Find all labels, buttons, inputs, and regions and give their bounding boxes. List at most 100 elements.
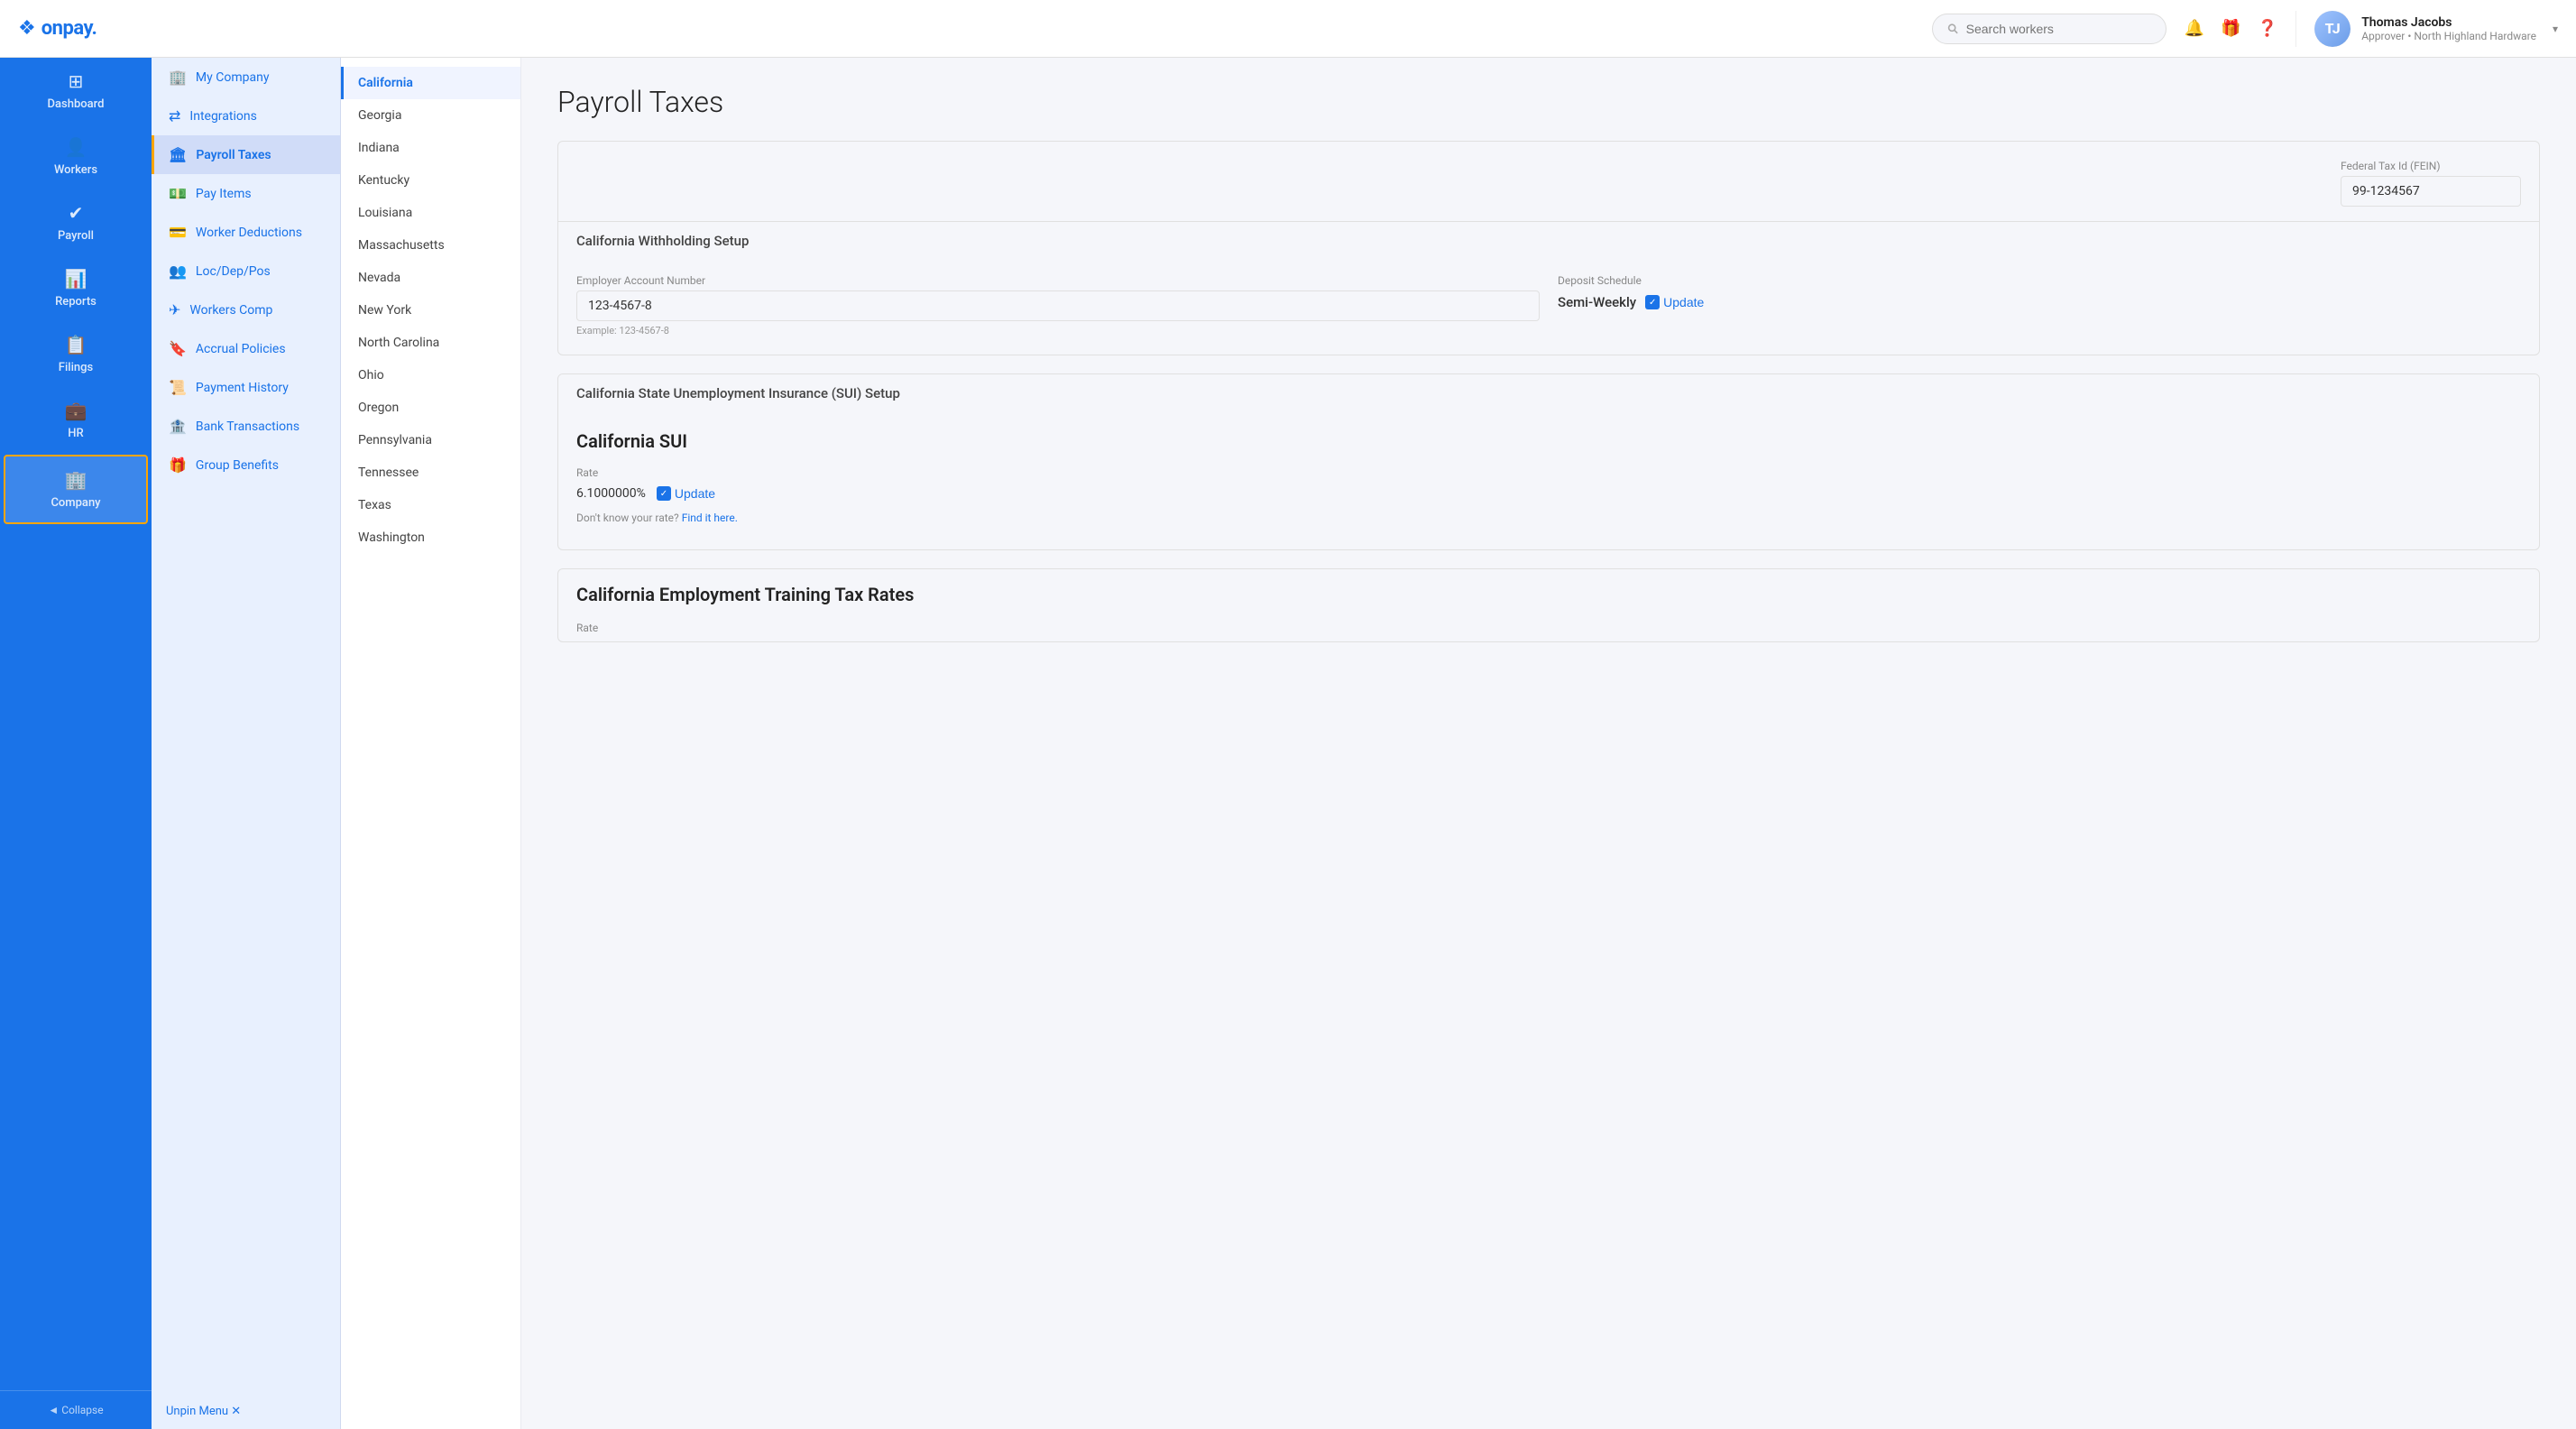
sidebar-item-dashboard[interactable]: ⊞ Dashboard: [0, 58, 152, 124]
logo[interactable]: ❖ onpay.: [18, 17, 97, 40]
sub-item-label-pay-items: Pay Items: [196, 187, 252, 201]
layout: ⊞ Dashboard 👤 Workers ✔ Payroll 📊 Report…: [0, 58, 2576, 1429]
sub-item-group-benefits[interactable]: 🎁 Group Benefits: [152, 446, 340, 484]
sub-item-bank-transactions[interactable]: 🏦 Bank Transactions: [152, 407, 340, 446]
user-name: Thomas Jacobs: [2361, 15, 2536, 30]
sub-item-worker-deductions[interactable]: 💳 Worker Deductions: [152, 213, 340, 252]
rate-update-button[interactable]: ✓ Update: [657, 486, 715, 501]
sub-item-pay-items[interactable]: 💵 Pay Items: [152, 174, 340, 213]
company-icon: 🏢: [65, 469, 87, 491]
sub-item-payment-history[interactable]: 📜 Payment History: [152, 368, 340, 407]
fein-value: 99-1234567: [2341, 176, 2521, 207]
content-area: Payroll Taxes Federal Tax Id (FEIN) 99-1…: [521, 58, 2576, 1429]
unpin-menu-button[interactable]: Unpin Menu ✕: [166, 1405, 241, 1418]
withholding-panel: Federal Tax Id (FEIN) 99-1234567 Califor…: [557, 141, 2540, 355]
state-item-california[interactable]: California: [341, 67, 520, 99]
rate-value: 6.1000000%: [576, 486, 646, 501]
loc-dep-pos-icon: 👥: [169, 263, 187, 280]
fein-section: Federal Tax Id (FEIN) 99-1234567: [576, 160, 2521, 207]
withholding-panel-body: Federal Tax Id (FEIN) 99-1234567 Califor…: [558, 142, 2539, 355]
payroll-icon: ✔: [69, 202, 84, 224]
rate-update-label: Update: [675, 486, 715, 501]
state-item-nevada[interactable]: Nevada: [341, 262, 520, 294]
sidebar-label-company: Company: [51, 496, 100, 510]
help-icon[interactable]: ❓: [2258, 19, 2277, 38]
state-item-tennessee[interactable]: Tennessee: [341, 456, 520, 489]
search-input[interactable]: [1966, 22, 2151, 36]
sub-item-accrual-policies[interactable]: 🔖 Accrual Policies: [152, 329, 340, 368]
sui-section-title: California State Unemployment Insurance …: [558, 374, 2539, 412]
state-label-north-carolina: North Carolina: [358, 336, 439, 350]
sub-item-label-loc-dep-pos: Loc/Dep/Pos: [196, 264, 271, 279]
state-item-oregon[interactable]: Oregon: [341, 392, 520, 424]
sidebar-item-company[interactable]: 🏢 Company: [4, 455, 148, 524]
search-icon: [1947, 23, 1959, 35]
state-item-ohio[interactable]: Ohio: [341, 359, 520, 392]
state-item-pennsylvania[interactable]: Pennsylvania: [341, 424, 520, 456]
notifications-icon[interactable]: 🔔: [2185, 19, 2204, 38]
deposit-update-button[interactable]: ✓ Update: [1645, 295, 1704, 309]
sub-item-loc-dep-pos[interactable]: 👥 Loc/Dep/Pos: [152, 252, 340, 290]
sub-item-label-payment-history: Payment History: [196, 381, 289, 395]
employment-tax-title: California Employment Training Tax Rates: [558, 569, 2539, 605]
sidebar-item-workers[interactable]: 👤 Workers: [0, 124, 152, 189]
state-item-massachusetts[interactable]: Massachusetts: [341, 229, 520, 262]
employer-account-label: Employer Account Number: [576, 274, 1540, 287]
state-item-new-york[interactable]: New York: [341, 294, 520, 327]
state-item-kentucky[interactable]: Kentucky: [341, 164, 520, 197]
state-item-washington[interactable]: Washington: [341, 521, 520, 554]
state-item-louisiana[interactable]: Louisiana: [341, 197, 520, 229]
fein-label: Federal Tax Id (FEIN): [2341, 160, 2521, 172]
sub-item-workers-comp[interactable]: ✈ Workers Comp: [152, 290, 340, 329]
collapse-button[interactable]: ◄ Collapse: [0, 1390, 152, 1429]
workers-comp-icon: ✈: [169, 301, 180, 318]
find-here-link[interactable]: Find it here.: [682, 512, 738, 524]
sidebar-item-reports[interactable]: 📊 Reports: [0, 255, 152, 321]
sidebar-label-reports: Reports: [55, 295, 97, 309]
state-list-panel: California Georgia Indiana Kentucky Loui…: [341, 58, 521, 1429]
sub-item-my-company[interactable]: 🏢 My Company: [152, 58, 340, 97]
sub-item-payroll-taxes[interactable]: 🏛 Payroll Taxes: [152, 135, 340, 174]
state-label-oregon: Oregon: [358, 401, 399, 415]
sub-item-label-bank-transactions: Bank Transactions: [196, 419, 299, 434]
state-label-kentucky: Kentucky: [358, 173, 409, 188]
state-label-ohio: Ohio: [358, 368, 384, 383]
payroll-taxes-icon: 🏛: [169, 146, 187, 163]
state-label-texas: Texas: [358, 498, 391, 512]
deposit-schedule-label: Deposit Schedule: [1558, 274, 2521, 287]
rate-row: 6.1000000% ✓ Update: [576, 486, 2521, 501]
sub-sidebar-footer: Unpin Menu ✕: [152, 1390, 340, 1429]
sub-sidebar: 🏢 My Company ⇄ Integrations 🏛 Payroll Ta…: [152, 58, 341, 1429]
deposit-update-label: Update: [1663, 295, 1704, 309]
state-item-north-carolina[interactable]: North Carolina: [341, 327, 520, 359]
state-item-indiana[interactable]: Indiana: [341, 132, 520, 164]
sidebar-item-hr[interactable]: 💼 HR: [0, 387, 152, 453]
reports-icon: 📊: [65, 268, 87, 290]
sidebar-item-payroll[interactable]: ✔ Payroll: [0, 189, 152, 255]
employer-account-group: Employer Account Number 123-4567-8 Examp…: [576, 274, 1540, 337]
employment-tax-panel: California Employment Training Tax Rates…: [557, 568, 2540, 642]
sidebar-item-filings[interactable]: 📋 Filings: [0, 321, 152, 387]
employer-account-value: 123-4567-8: [576, 290, 1540, 321]
sub-item-label-my-company: My Company: [196, 70, 270, 85]
gifts-icon[interactable]: 🎁: [2221, 19, 2240, 38]
sidebar-label-workers: Workers: [54, 163, 97, 177]
accrual-policies-icon: 🔖: [169, 340, 187, 357]
user-role: Approver • North Highland Hardware: [2361, 30, 2536, 42]
sub-item-integrations[interactable]: ⇄ Integrations: [152, 97, 340, 135]
group-benefits-icon: 🎁: [169, 456, 187, 474]
user-menu[interactable]: TJ Thomas Jacobs Approver • North Highla…: [2295, 11, 2558, 47]
state-label-washington: Washington: [358, 530, 425, 545]
state-label-new-york: New York: [358, 303, 411, 318]
update-checkbox-icon: ✓: [1645, 295, 1660, 309]
sub-item-label-integrations: Integrations: [189, 109, 256, 124]
state-label-nevada: Nevada: [358, 271, 400, 285]
search-bar[interactable]: [1932, 14, 2167, 44]
state-item-texas[interactable]: Texas: [341, 489, 520, 521]
avatar: TJ: [2314, 11, 2351, 47]
logo-text: onpay.: [41, 17, 97, 40]
header-icons: 🔔 🎁 ❓: [2185, 19, 2277, 38]
header: ❖ onpay. 🔔 🎁 ❓ TJ Thomas Jacobs Approver…: [0, 0, 2576, 58]
user-info: Thomas Jacobs Approver • North Highland …: [2361, 15, 2536, 42]
state-item-georgia[interactable]: Georgia: [341, 99, 520, 132]
